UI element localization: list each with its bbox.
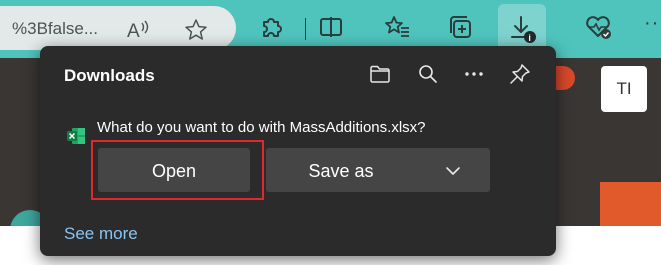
- download-question: What do you want to do with MassAddition…: [97, 119, 426, 136]
- search-icon[interactable]: [416, 62, 440, 86]
- extensions-icon[interactable]: [258, 14, 284, 40]
- browser-essentials-icon[interactable]: [584, 14, 612, 40]
- excel-file-icon: [66, 126, 86, 151]
- favorites-icon[interactable]: [384, 14, 412, 40]
- svg-text:A: A: [127, 21, 140, 42]
- see-more-link[interactable]: See more: [64, 224, 138, 244]
- page-decoration: [600, 182, 661, 226]
- downloads-flyout: Downloads What do you want to do with Ma…: [40, 46, 556, 256]
- open-button[interactable]: Open: [98, 148, 250, 192]
- toolbar-separator: [305, 18, 306, 40]
- pin-icon[interactable]: [508, 62, 532, 86]
- more-icon[interactable]: ···: [644, 12, 661, 35]
- address-bar[interactable]: %3Bfalse... A: [0, 6, 236, 50]
- avatar-initials: TI: [616, 79, 632, 98]
- more-options-icon[interactable]: [462, 62, 486, 86]
- save-as-button[interactable]: Save as: [266, 148, 490, 192]
- downloads-title: Downloads: [64, 66, 155, 85]
- save-as-button-label: Save as: [308, 161, 374, 181]
- read-aloud-icon[interactable]: A: [126, 18, 152, 42]
- split-screen-icon[interactable]: [318, 14, 344, 40]
- chevron-down-icon[interactable]: [444, 162, 462, 185]
- svg-text:i: i: [528, 33, 531, 43]
- collections-icon[interactable]: [448, 14, 474, 40]
- folder-icon[interactable]: [368, 62, 392, 86]
- open-button-label: Open: [151, 161, 197, 181]
- avatar[interactable]: TI: [601, 66, 647, 112]
- favorite-star-icon[interactable]: [184, 18, 208, 42]
- address-text: %3Bfalse...: [12, 19, 98, 38]
- downloads-icon: i: [509, 14, 537, 44]
